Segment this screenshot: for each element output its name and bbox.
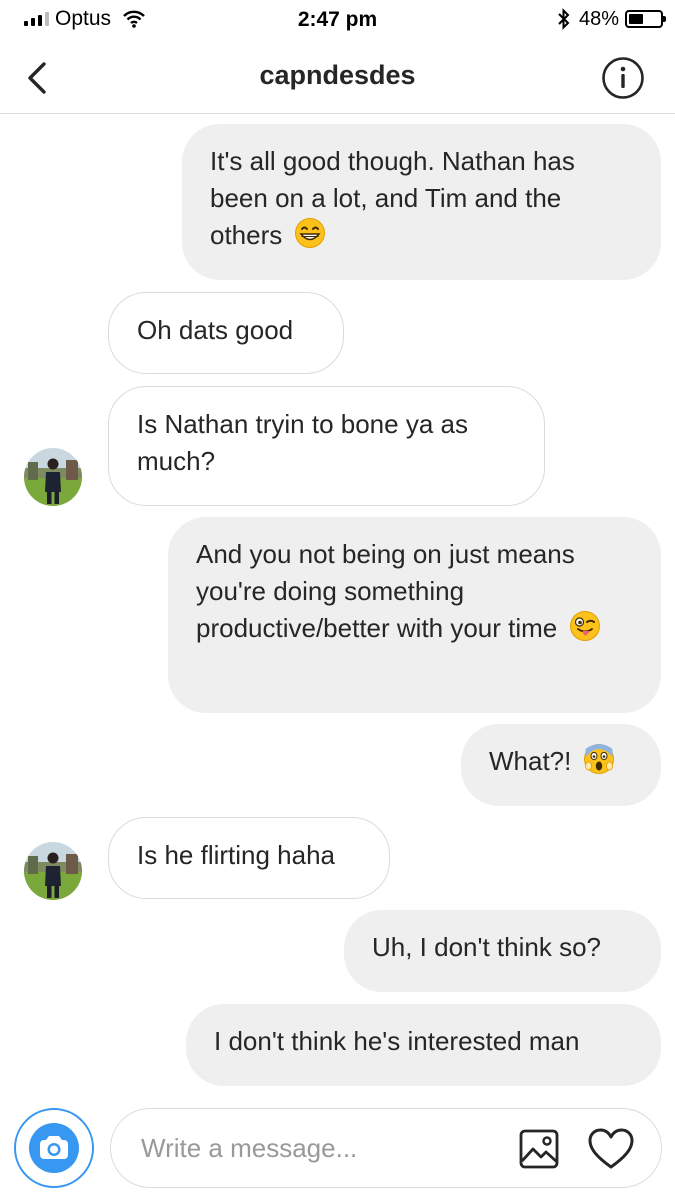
camera-button[interactable]	[14, 1108, 94, 1188]
heart-icon[interactable]	[587, 1127, 635, 1171]
winking-tongue-face-emoji-icon	[569, 611, 600, 641]
message-input[interactable]	[141, 1109, 501, 1187]
contact-avatar[interactable]	[24, 842, 82, 900]
info-icon[interactable]	[601, 56, 645, 100]
message-input-container	[110, 1108, 662, 1188]
grinning-face-emoji-icon	[294, 218, 325, 248]
status-right: 48%	[557, 7, 666, 30]
message-text: And you not being on just means you're d…	[196, 539, 575, 643]
message-text: I don't think he's interested man	[214, 1026, 580, 1056]
battery-icon	[625, 10, 666, 28]
camera-button-inner	[21, 1115, 87, 1181]
message-bubble-outgoing[interactable]: I don't think he's interested man	[186, 1004, 661, 1086]
message-composer	[0, 1104, 675, 1200]
message-text: It's all good though. Nathan has been on…	[210, 146, 575, 250]
conversation-title[interactable]: capndesdes	[0, 60, 675, 91]
conversation-header: capndesdes	[0, 40, 675, 114]
message-text: What?!	[489, 746, 572, 776]
battery-fill	[629, 14, 644, 24]
message-text: Is he flirting haha	[137, 840, 336, 870]
message-bubble-outgoing[interactable]: It's all good though. Nathan has been on…	[182, 124, 661, 280]
message-text: Oh dats good	[137, 315, 294, 345]
message-bubble-incoming[interactable]: Is Nathan tryin to bone ya as much?	[108, 386, 545, 506]
message-bubble-outgoing[interactable]: And you not being on just means you're d…	[168, 517, 661, 713]
message-thread[interactable]: It's all good though. Nathan has been on…	[0, 114, 675, 1099]
message-bubble-outgoing[interactable]: What?!	[461, 724, 661, 806]
camera-icon	[29, 1123, 79, 1173]
message-text: Is Nathan tryin to bone ya as much?	[137, 409, 468, 476]
status-bar: Optus 2:47 pm 48%	[0, 0, 675, 40]
contact-avatar[interactable]	[24, 448, 82, 506]
message-bubble-incoming[interactable]: Oh dats good	[108, 292, 344, 374]
bluetooth-icon	[558, 8, 570, 30]
battery-percent: 48%	[578, 7, 619, 30]
message-text: Uh, I don't think so?	[372, 932, 601, 962]
screaming-face-emoji-icon	[583, 744, 614, 774]
message-bubble-incoming[interactable]: Is he flirting haha	[108, 817, 390, 899]
image-icon[interactable]	[517, 1127, 561, 1171]
message-bubble-outgoing[interactable]: Uh, I don't think so?	[344, 910, 661, 992]
